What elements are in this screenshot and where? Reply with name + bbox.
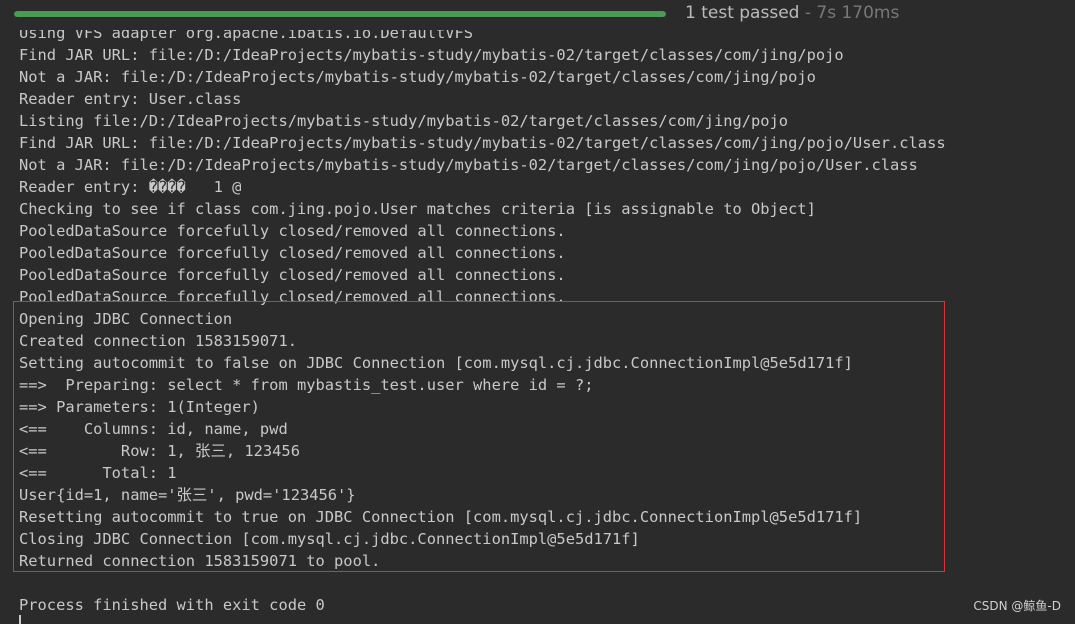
console-line: PooledDataSource forcefully closed/remov… — [19, 222, 566, 240]
console-line: PooledDataSource forcefully closed/remov… — [19, 266, 566, 284]
test-duration: - 7s 170ms — [799, 3, 900, 23]
text-caret — [19, 615, 21, 624]
console-line: Reader entry: ���� 1 @ — [19, 178, 242, 196]
test-result-summary: 1 test passed - 7s 170ms — [685, 3, 899, 23]
console-line: Find JAR URL: file:/D:/IdeaProjects/myba… — [19, 46, 844, 64]
console-line: PooledDataSource forcefully closed/remov… — [19, 244, 566, 262]
highlight-box — [13, 301, 945, 572]
watermark: CSDN @鲸鱼-D — [973, 599, 1061, 613]
console-line: Find JAR URL: file:/D:/IdeaProjects/myba… — [19, 134, 946, 152]
test-progress-bar — [14, 11, 666, 17]
run-console-output[interactable]: Using VFS adapter org.apache.ibatis.io.D… — [0, 30, 1075, 624]
console-line: Not a JAR: file:/D:/IdeaProjects/mybatis… — [19, 68, 816, 86]
console-line: Using VFS adapter org.apache.ibatis.io.D… — [19, 30, 474, 42]
console-line: Reader entry: User.class — [19, 90, 242, 108]
test-result-text: 1 test passed — [685, 3, 800, 23]
console-line: Not a JAR: file:/D:/IdeaProjects/mybatis… — [19, 156, 918, 174]
console-line: Listing file:/D:/IdeaProjects/mybatis-st… — [19, 112, 789, 130]
test-status-bar: 1 test passed - 7s 170ms — [0, 0, 1075, 30]
test-progress-fill — [14, 11, 666, 17]
console-line: Process finished with exit code 0 — [19, 596, 325, 614]
console-line: Checking to see if class com.jing.pojo.U… — [19, 200, 816, 218]
